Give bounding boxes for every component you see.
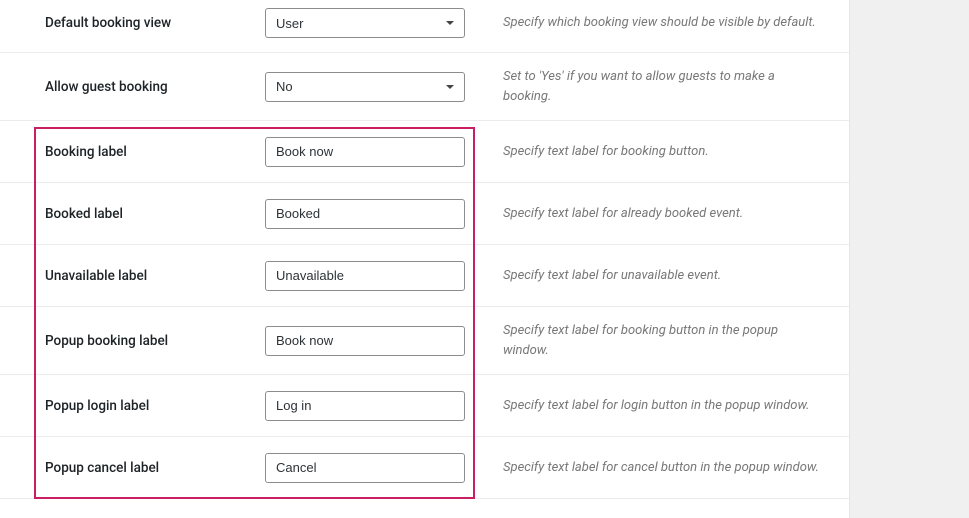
label-popup-login-label: Popup login label (45, 398, 265, 414)
input-booked-label[interactable] (265, 199, 465, 229)
input-popup-cancel-label[interactable] (265, 453, 465, 483)
input-booking-label[interactable] (265, 137, 465, 167)
label-booked-label: Booked label (45, 206, 265, 222)
input-popup-login-label[interactable] (265, 391, 465, 421)
desc-booking-label: Specify text label for booking button. (503, 142, 849, 162)
desc-popup-login-label: Specify text label for login button in t… (503, 396, 849, 416)
select-default-booking-view[interactable]: User (265, 8, 465, 38)
row-unavailable-label: Unavailable label Specify text label for… (0, 245, 849, 307)
row-popup-login-label: Popup login label Specify text label for… (0, 375, 849, 437)
label-default-booking-view: Default booking view (45, 15, 265, 31)
desc-default-booking-view: Specify which booking view should be vis… (503, 13, 849, 33)
row-booked-label: Booked label Specify text label for alre… (0, 183, 849, 245)
label-booking-label: Booking label (45, 144, 265, 160)
desc-unavailable-label: Specify text label for unavailable event… (503, 266, 849, 286)
input-popup-booking-label[interactable] (265, 326, 465, 356)
input-unavailable-label[interactable] (265, 261, 465, 291)
desc-popup-booking-label: Specify text label for booking button in… (503, 321, 849, 360)
row-popup-booking-label: Popup booking label Specify text label f… (0, 307, 849, 375)
label-popup-booking-label: Popup booking label (45, 333, 265, 349)
label-allow-guest-booking: Allow guest booking (45, 79, 265, 95)
row-popup-cancel-label: Popup cancel label Specify text label fo… (0, 437, 849, 499)
row-booking-label: Booking label Specify text label for boo… (0, 121, 849, 183)
select-allow-guest-booking[interactable]: No (265, 72, 465, 102)
label-unavailable-label: Unavailable label (45, 268, 265, 284)
row-allow-guest-booking: Allow guest booking No Set to 'Yes' if y… (0, 53, 849, 121)
label-popup-cancel-label: Popup cancel label (45, 460, 265, 476)
desc-allow-guest-booking: Set to 'Yes' if you want to allow guests… (503, 67, 849, 106)
row-default-booking-view: Default booking view User Specify which … (0, 0, 849, 53)
settings-panel: Default booking view User Specify which … (0, 0, 850, 518)
desc-popup-cancel-label: Specify text label for cancel button in … (503, 458, 849, 478)
desc-booked-label: Specify text label for already booked ev… (503, 204, 849, 224)
